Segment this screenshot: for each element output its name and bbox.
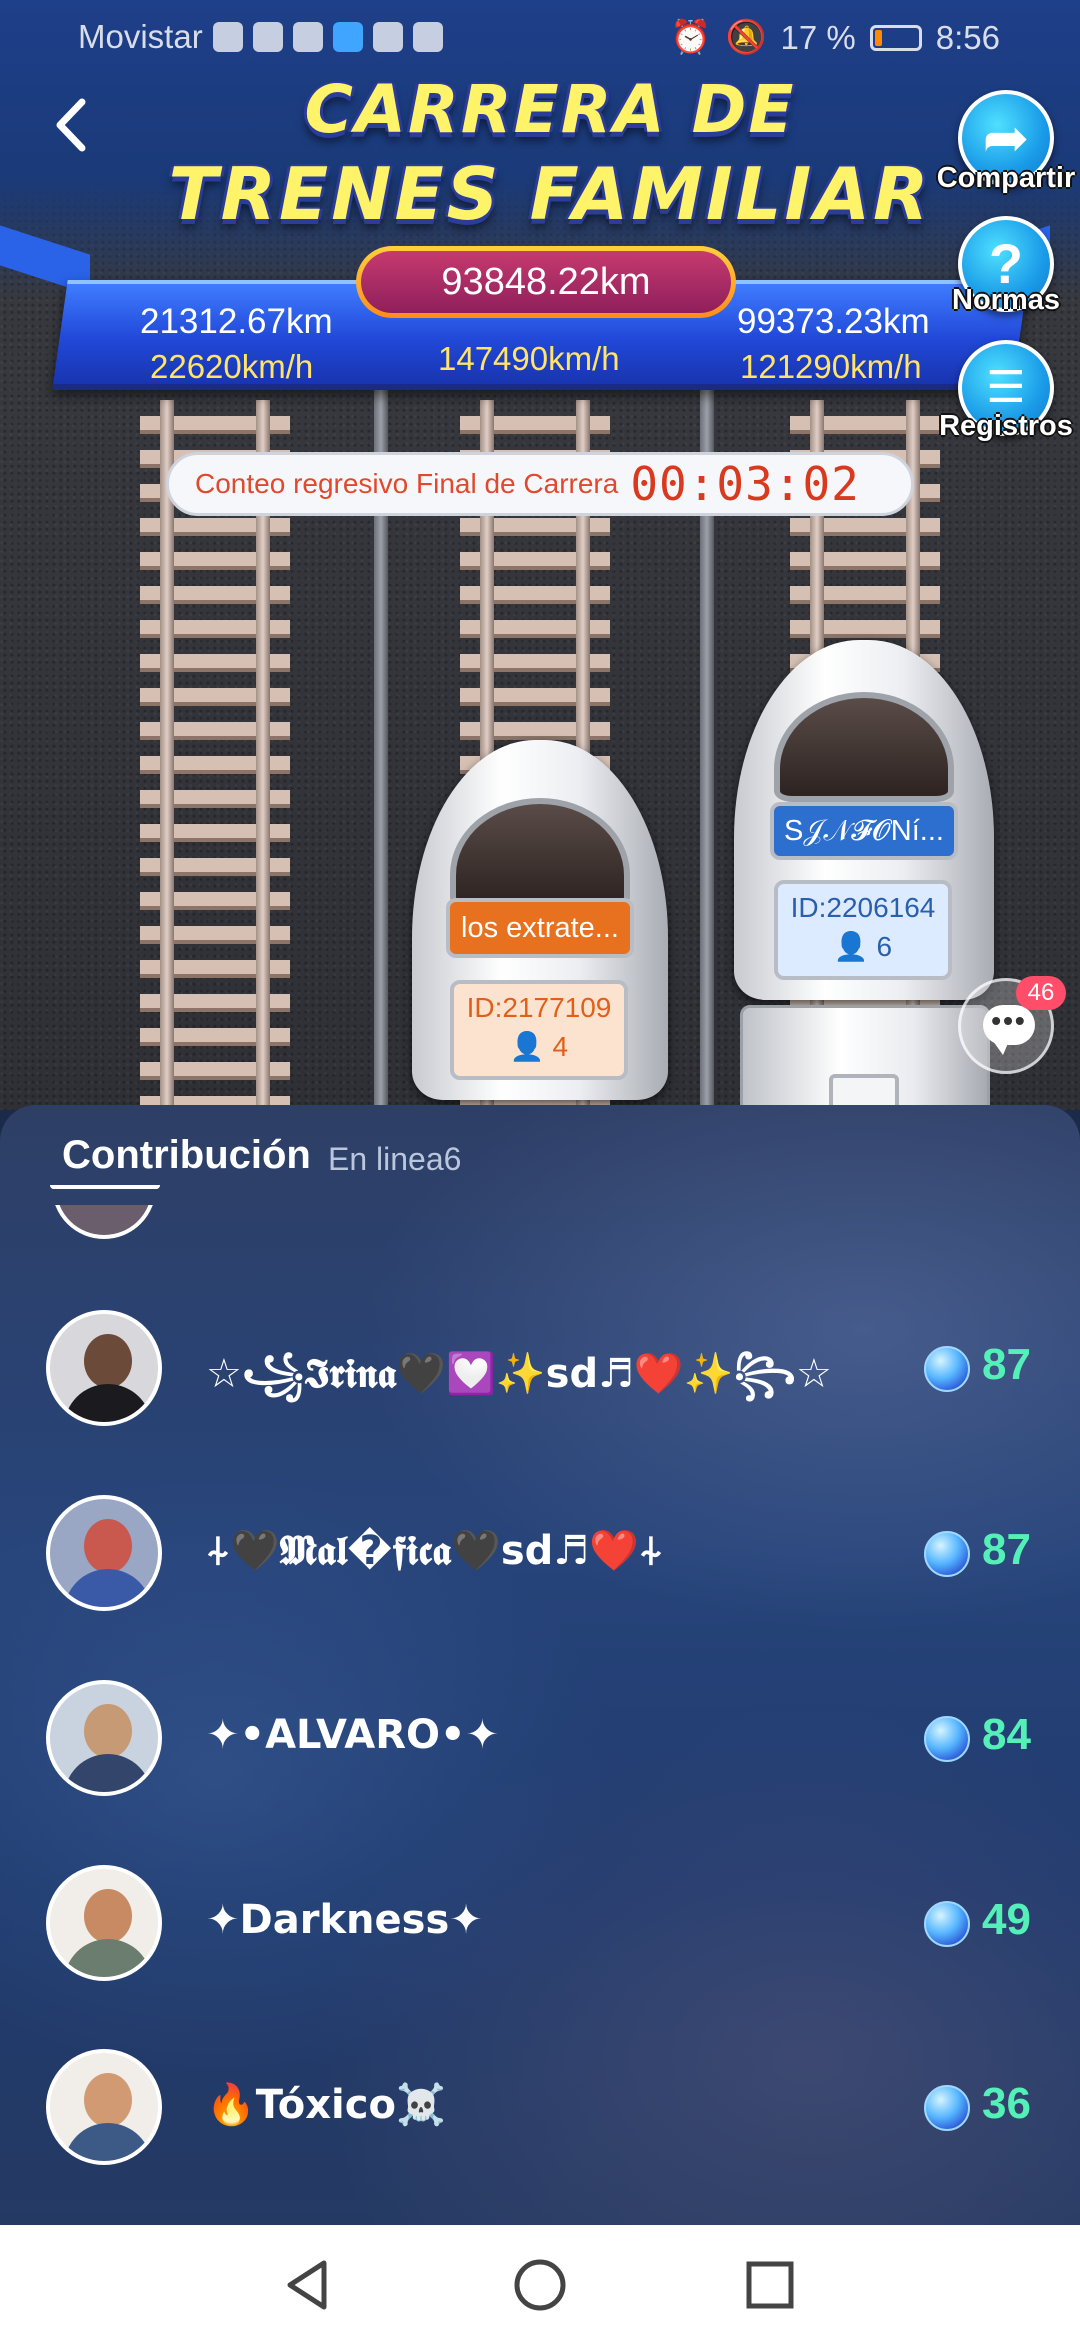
share-label[interactable]: Compartir: [916, 162, 1080, 195]
nav-recents-button[interactable]: [740, 2255, 800, 2315]
whatsapp-icon: [292, 22, 323, 52]
mute-icon: 🔕: [725, 18, 767, 55]
contribution-score: 87: [982, 1525, 1031, 1574]
team-name-label: los extrate...: [446, 898, 634, 958]
gem-icon: [924, 1531, 970, 1577]
status-bar: Movistar ⏰ 🔕 17 % 8:56: [0, 0, 1080, 72]
rules-label[interactable]: Normas: [916, 284, 1080, 317]
chevron-left-icon: [56, 98, 86, 152]
carrier-name: Movistar: [78, 18, 203, 55]
gem-icon: [924, 2085, 970, 2131]
user-name: ☆꧁𝕴𝖗𝖎𝖓𝖆🖤💟✨𝘀𝗱♬❤️✨꧂☆: [206, 1351, 832, 1397]
team-name-label: S𝒥𝒩𝓕𝓞Ní...: [770, 802, 958, 860]
user-name: 🔥Tóxico☠️: [206, 2082, 446, 2128]
instagram-icon: [372, 22, 403, 52]
train-car: [740, 1005, 990, 1110]
members-icon: 👤: [509, 1031, 545, 1062]
right-speed: 121290km/h: [740, 348, 922, 385]
contribution-score: 87: [982, 1340, 1031, 1389]
list-item[interactable]: ✦Darkness✦ 49: [0, 1865, 1080, 1985]
gem-icon: [924, 1346, 970, 1392]
title-line-2: TRENES FAMILIAR: [168, 152, 932, 236]
avatar[interactable]: [46, 1680, 162, 1796]
left-speed: 22620km/h: [150, 348, 314, 385]
search-app-icon: [332, 22, 363, 52]
avatar[interactable]: [46, 2049, 162, 2165]
triangle-back-icon: [287, 2260, 327, 2310]
center-speed: 147490km/h: [438, 340, 620, 377]
system-nav-bar: [0, 2225, 1080, 2340]
avatar[interactable]: [46, 1310, 162, 1426]
contribution-title: Contribución: [62, 1133, 311, 1177]
total-distance-pill: 93848.22km: [356, 246, 736, 318]
nav-back-button[interactable]: [278, 2255, 338, 2315]
user-name: ⍭🖤𝕸𝖆𝖑�𝖋𝖎𝖈𝖆🖤𝘀𝗱♬❤️⍭: [206, 1528, 663, 1574]
team-members: 4: [552, 1031, 569, 1062]
left-distance: 21312.67km: [140, 302, 333, 341]
contribution-score: 84: [982, 1710, 1031, 1759]
page-title: CARRERA DE TRENES FAMILIAR: [150, 70, 950, 238]
back-button[interactable]: [40, 90, 100, 160]
chat-unread-badge: 46: [1016, 976, 1066, 1010]
title-line-1: CARRERA DE: [304, 71, 796, 148]
right-distance: 99373.23km: [737, 302, 930, 341]
team-id-box: ID:2206164 👤 6: [774, 880, 952, 980]
battery-percent: 17 %: [780, 18, 856, 56]
signal-icon: [212, 22, 243, 52]
team-id-box: ID:2177109 👤 4: [450, 980, 628, 1080]
team-members: 6: [876, 931, 893, 962]
battery-icon: [869, 24, 922, 51]
alarm-icon: ⏰: [670, 18, 712, 55]
list-item[interactable]: ⍭🖤𝕸𝖆𝖑�𝖋𝖎𝖈𝖆🖤𝘀𝗱♬❤️⍭ 87: [0, 1495, 1080, 1615]
nav-home-button[interactable]: [510, 2255, 570, 2315]
countdown-bar: Conteo regresivo Final de Carrera 00:03:…: [166, 452, 914, 516]
team-id: ID:2206164: [790, 892, 936, 923]
avatar[interactable]: [46, 1495, 162, 1611]
team-id: ID:2177109: [466, 992, 612, 1023]
train-center[interactable]: los extrate... ID:2177109 👤 4: [412, 740, 668, 1100]
train-right[interactable]: S𝒥𝒩𝓕𝓞Ní... ID:2206164 👤 6: [734, 640, 994, 1000]
countdown-timer: 00:03:02: [630, 457, 860, 511]
countdown-label: Conteo regresivo Final de Carrera: [195, 468, 619, 499]
gem-icon: [924, 1716, 970, 1762]
user-name: ✦•ALVARO•✦: [206, 1712, 500, 1758]
app-notification-icon: [252, 22, 283, 52]
scrolled-avatar: [52, 1205, 156, 1241]
contribution-score: 49: [982, 1895, 1031, 1944]
online-count: En linea6: [328, 1141, 462, 1177]
list-item[interactable]: ✦•ALVARO•✦ 84: [0, 1680, 1080, 1800]
square-recents-icon: [746, 2261, 794, 2309]
avatar[interactable]: [46, 1865, 162, 1981]
gem-icon: [924, 1901, 970, 1947]
contribution-panel: Contribución En linea6 ☆꧁𝕴𝖗𝖎𝖓𝖆🖤💟✨𝘀𝗱♬❤️✨꧂…: [0, 1105, 1080, 2225]
records-label[interactable]: Registros: [916, 410, 1080, 443]
user-name: ✦Darkness✦: [206, 1897, 483, 1943]
clock: 8:56: [935, 18, 1000, 56]
battery-level: [874, 29, 883, 46]
contribution-score: 36: [982, 2079, 1031, 2128]
circle-home-icon: [514, 2259, 566, 2311]
app-icon: [412, 22, 443, 52]
list-item[interactable]: 🔥Tóxico☠️ 36: [0, 2049, 1080, 2169]
members-icon: 👤: [833, 931, 869, 962]
total-distance: 93848.22km: [361, 251, 731, 313]
list-item[interactable]: ☆꧁𝕴𝖗𝖎𝖓𝖆🖤💟✨𝘀𝗱♬❤️✨꧂☆ 87: [0, 1310, 1080, 1430]
race-track-area: Movistar ⏰ 🔕 17 % 8:56 CARRERA DE TRENES…: [0, 0, 1080, 1110]
